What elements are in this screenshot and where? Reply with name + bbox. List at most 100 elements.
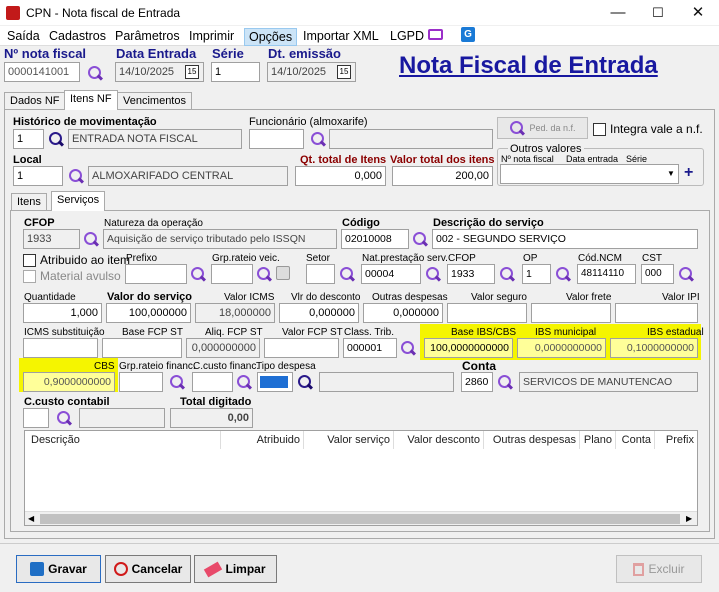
window-title: CPN - Nota fiscal de Entrada <box>26 6 181 20</box>
scroll-right-icon[interactable]: ▶ <box>686 514 692 523</box>
search-icon[interactable] <box>555 266 571 282</box>
monitor-icon[interactable] <box>428 29 443 40</box>
maximize-button[interactable]: ☐ <box>638 2 678 24</box>
ccusto-contabil-input[interactable] <box>23 408 49 428</box>
search-icon[interactable] <box>499 266 515 282</box>
valor-frete-input[interactable] <box>531 303 611 323</box>
menu-importar-xml[interactable]: Importar XML <box>299 28 383 44</box>
atribuido-checkbox[interactable] <box>23 254 36 267</box>
nf-number-input[interactable]: 0000141001 <box>4 62 80 82</box>
gravar-button[interactable]: Gravar <box>16 555 101 583</box>
ncm-input[interactable]: 48114110 <box>577 264 636 284</box>
ccusto-contabil-desc-field <box>79 408 165 428</box>
outros-valores-select[interactable] <box>500 164 679 184</box>
quantidade-input[interactable]: 1,000 <box>23 303 102 323</box>
search-icon[interactable] <box>83 231 99 247</box>
local-code-input[interactable]: 1 <box>13 166 63 186</box>
prefixo-input[interactable] <box>125 264 187 284</box>
search-icon[interactable] <box>400 340 416 356</box>
column-header-plano[interactable]: Plano <box>580 431 616 449</box>
tab-itens-nf[interactable]: Itens NF <box>64 90 118 110</box>
search-icon[interactable] <box>297 374 313 390</box>
column-header-prefixo[interactable]: Prefix <box>655 431 697 449</box>
cst-input[interactable]: 000 <box>641 264 674 284</box>
calendar-icon[interactable]: 15 <box>185 65 199 79</box>
search-icon[interactable] <box>310 131 326 147</box>
valor-ipi-input[interactable] <box>615 303 698 323</box>
valor-seguro-input[interactable] <box>447 303 527 323</box>
search-icon[interactable] <box>678 266 694 282</box>
conta-code-input[interactable]: 2860 <box>461 372 493 392</box>
menu-saida[interactable]: Saída <box>3 28 44 44</box>
tab-servicos[interactable]: Serviços <box>51 191 106 211</box>
column-header-descricao[interactable]: Descrição <box>25 431 221 449</box>
column-header-atribuido[interactable]: Atribuido <box>221 431 304 449</box>
search-icon[interactable] <box>425 266 441 282</box>
cancelar-button[interactable]: Cancelar <box>105 555 191 583</box>
menu-imprimir[interactable]: Imprimir <box>185 28 238 44</box>
op-input[interactable]: 1 <box>522 264 551 284</box>
aliq-fcp-field: 0,000000000 <box>186 338 260 358</box>
base-fcp-input[interactable] <box>102 338 182 358</box>
scroll-left-icon[interactable]: ◀ <box>28 514 34 523</box>
tipo-despesa-input[interactable] <box>257 372 293 392</box>
valor-fcp-input[interactable] <box>264 338 339 358</box>
material-avulso-checkbox[interactable] <box>23 270 36 283</box>
menu-lgpd[interactable]: LGPD <box>386 28 428 44</box>
column-header-outras-despesas[interactable]: Outras despesas <box>484 431 580 449</box>
column-header-valor-desconto[interactable]: Valor desconto <box>394 431 484 449</box>
cfop2-input[interactable]: 1933 <box>447 264 495 284</box>
integra-checkbox[interactable] <box>593 123 606 136</box>
nat-prestacao-input[interactable]: 00004 <box>361 264 421 284</box>
funcionario-input[interactable] <box>249 129 304 149</box>
minimize-button[interactable]: — <box>598 2 638 24</box>
search-icon[interactable] <box>236 374 252 390</box>
excluir-button[interactable]: Excluir <box>616 555 702 583</box>
copy-icon[interactable] <box>276 266 290 280</box>
vlr-desconto-input[interactable]: 0,000000 <box>279 303 359 323</box>
grp-rateio-input[interactable] <box>211 264 253 284</box>
setor-input[interactable] <box>306 264 335 284</box>
search-icon[interactable] <box>87 65 103 81</box>
descricao-field[interactable]: 002 - SEGUNDO SERVIÇO <box>432 229 698 249</box>
horizontal-scrollbar[interactable]: ◀ ▶ <box>25 511 697 525</box>
add-icon[interactable]: + <box>684 164 693 182</box>
column-header-valor-servico[interactable]: Valor serviço <box>304 431 394 449</box>
help-icon[interactable]: G <box>461 27 475 42</box>
valor-servico-input[interactable]: 100,000000 <box>106 303 191 323</box>
serie-input[interactable]: 1 <box>211 62 260 82</box>
calendar-icon[interactable]: 15 <box>337 65 351 79</box>
serie-label: Série <box>212 46 244 61</box>
ccusto-fin-input[interactable] <box>192 372 233 392</box>
menu-parametros[interactable]: Parâmetros <box>111 28 184 44</box>
historico-code-input[interactable]: 1 <box>13 129 44 149</box>
icms-subst-input[interactable] <box>23 338 98 358</box>
search-icon[interactable] <box>169 374 185 390</box>
menu-opcoes[interactable]: Opções <box>244 28 298 46</box>
chevron-down-icon[interactable]: ▼ <box>664 165 678 183</box>
class-trib-input[interactable]: 000001 <box>343 338 397 358</box>
search-icon[interactable] <box>190 266 206 282</box>
tab-vencimentos[interactable]: Vencimentos <box>117 92 192 110</box>
search-icon[interactable] <box>56 410 72 426</box>
atribuido-label: Atribuido ao item <box>40 253 131 267</box>
search-icon[interactable] <box>497 374 513 390</box>
menu-cadastros[interactable]: Cadastros <box>45 28 110 44</box>
close-button[interactable]: ✕ <box>678 2 718 24</box>
grp-rateio-fin-input[interactable] <box>119 372 163 392</box>
ibs-estadual-field: 0,1000000000 <box>610 338 698 358</box>
codigo-input[interactable]: 02010008 <box>341 229 409 249</box>
column-header-conta[interactable]: Conta <box>616 431 655 449</box>
tab-dados-nf[interactable]: Dados NF <box>4 92 66 110</box>
services-grid[interactable]: Descrição Atribuido Valor serviço Valor … <box>24 430 698 526</box>
outras-despesas-input[interactable]: 0,000000 <box>363 303 443 323</box>
search-icon[interactable] <box>339 266 355 282</box>
ped-nf-button[interactable]: Ped. da n.f. <box>497 117 588 139</box>
search-icon[interactable] <box>68 168 84 184</box>
search-icon[interactable] <box>256 266 272 282</box>
scrollbar-thumb[interactable] <box>40 514 680 524</box>
limpar-button[interactable]: Limpar <box>194 555 277 583</box>
search-icon[interactable] <box>48 131 64 147</box>
search-icon[interactable] <box>412 231 428 247</box>
tab-itens[interactable]: Itens <box>11 193 47 211</box>
